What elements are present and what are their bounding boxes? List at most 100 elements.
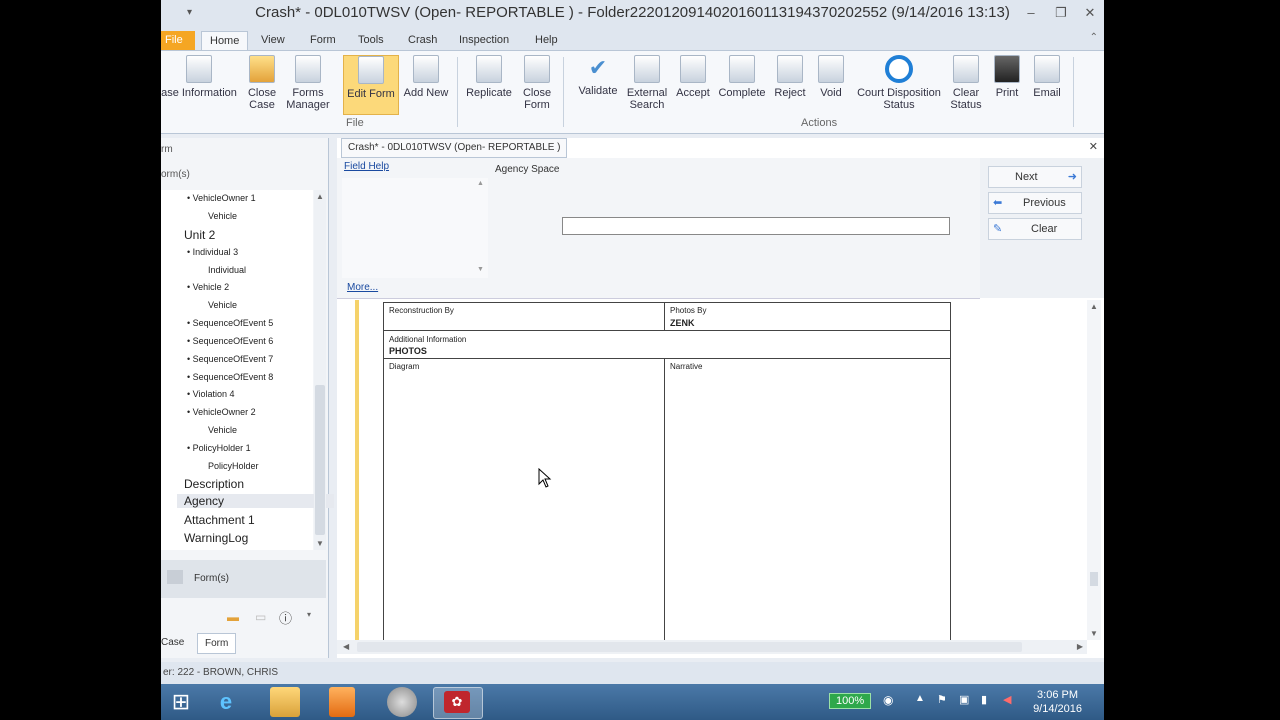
external-search-button[interactable]: External Search: [625, 55, 669, 111]
tree-item[interactable]: • SequenceOfEvent 5: [187, 318, 273, 328]
forms-manager-button[interactable]: Forms Manager: [285, 55, 331, 111]
tree-item[interactable]: • SequenceOfEvent 6: [187, 336, 273, 346]
next-button[interactable]: Next ➜: [988, 166, 1082, 188]
tree-item[interactable]: Vehicle: [208, 211, 237, 221]
info-icon[interactable]: ⓘ: [279, 608, 292, 627]
doc-scroll-thumb[interactable]: [1090, 572, 1098, 586]
tree-item[interactable]: PolicyHolder: [208, 461, 259, 471]
replicate-button[interactable]: Replicate: [463, 55, 515, 99]
help-scroll-up-icon[interactable]: ▲: [477, 180, 484, 187]
narrative-area[interactable]: [667, 374, 947, 640]
scroll-down-icon[interactable]: ▼: [316, 539, 324, 548]
additional-information-value[interactable]: PHOTOS: [389, 346, 427, 356]
scroll-thumb[interactable]: [315, 385, 325, 535]
tree-item[interactable]: Vehicle: [208, 300, 237, 310]
print-button[interactable]: Print: [989, 55, 1025, 99]
more-link[interactable]: More...: [347, 282, 378, 293]
tree-item[interactable]: • Vehicle 2: [187, 282, 229, 292]
agency-space-input[interactable]: [562, 217, 950, 235]
tree-item[interactable]: Vehicle: [208, 425, 237, 435]
edit-form-button[interactable]: Edit Form: [343, 55, 399, 115]
close-case-button[interactable]: Close Case: [241, 55, 283, 111]
paw-app-icon: ✿: [444, 691, 470, 713]
folder-icon: [249, 55, 275, 83]
previous-button[interactable]: ⬅ Previous: [988, 192, 1082, 214]
tree-item[interactable]: • PolicyHolder 1: [187, 443, 251, 453]
tree-item[interactable]: • Individual 3: [187, 247, 238, 257]
h-scroll-thumb[interactable]: [357, 642, 1022, 652]
doc-scroll-down-icon[interactable]: ▼: [1090, 629, 1098, 638]
show-hidden-icons[interactable]: ▲: [915, 693, 925, 704]
case-information-button[interactable]: ase Information: [161, 55, 237, 99]
minimize-icon[interactable]: ‒: [1019, 5, 1043, 20]
tab-form-bottom[interactable]: Form: [197, 633, 237, 654]
doc-scroll-up-icon[interactable]: ▲: [1090, 302, 1098, 311]
tree-item[interactable]: • Violation 4: [187, 389, 235, 399]
reject-button[interactable]: Reject: [771, 55, 809, 99]
diagram-area[interactable]: [386, 374, 662, 640]
clear-button[interactable]: ✎ Clear: [988, 218, 1082, 240]
scroll-up-icon[interactable]: ▲: [316, 192, 324, 201]
doc-vertical-scrollbar[interactable]: ▲ ▼: [1087, 300, 1101, 640]
active-app-taskbar-button[interactable]: ✿: [433, 687, 483, 719]
tab-case[interactable]: Case: [161, 637, 184, 648]
power-icon[interactable]: ▣: [959, 693, 969, 706]
add-new-button[interactable]: Add New: [401, 55, 451, 99]
system-clock[interactable]: 3:06 PM 9/14/2016: [1033, 688, 1082, 716]
flag-icon[interactable]: ⚑: [937, 693, 947, 706]
file-explorer-icon[interactable]: [270, 687, 300, 717]
help-scroll-down-icon[interactable]: ▼: [477, 266, 484, 273]
tool-app-icon[interactable]: [387, 687, 417, 717]
field-help-link[interactable]: Field Help: [344, 161, 389, 172]
tree-item[interactable]: • VehicleOwner 2: [187, 407, 256, 417]
accept-button[interactable]: Accept: [673, 55, 713, 99]
tab-file[interactable]: File: [161, 31, 195, 50]
forms-panel-button[interactable]: Form(s): [161, 560, 326, 598]
folder-small-icon[interactable]: ▬: [227, 610, 239, 624]
clear-status-button[interactable]: Clear Status: [947, 55, 985, 111]
media-player-icon[interactable]: [329, 687, 355, 717]
tree-item[interactable]: • VehicleOwner 1: [187, 193, 256, 203]
tree-item[interactable]: Unit 2: [184, 228, 215, 242]
close-form-button[interactable]: Close Form: [517, 55, 557, 111]
scroll-left-icon[interactable]: ◀: [343, 642, 349, 651]
complete-button[interactable]: Complete: [717, 55, 767, 99]
restore-icon[interactable]: ❐: [1049, 5, 1073, 21]
court-disposition-status-button[interactable]: Court Disposition Status: [853, 55, 945, 111]
tree-item[interactable]: • SequenceOfEvent 7: [187, 354, 273, 364]
email-button[interactable]: Email: [1027, 55, 1067, 99]
start-button-icon[interactable]: ⊞: [161, 687, 201, 717]
tree-item[interactable]: Individual: [208, 265, 246, 275]
tab-home[interactable]: Home: [201, 31, 249, 51]
tree-item-selected[interactable]: Agency: [177, 494, 334, 508]
tab-form[interactable]: Form: [302, 31, 344, 50]
tray-app-icon[interactable]: ◉: [883, 693, 893, 707]
void-button[interactable]: Void: [813, 55, 849, 99]
dropdown-icon[interactable]: ▾: [307, 610, 311, 619]
document-close-icon[interactable]: ✕: [1089, 140, 1098, 153]
diagram-label: Diagram: [389, 362, 420, 371]
photos-by-value[interactable]: ZENK: [670, 318, 695, 328]
case-info-icon: [186, 55, 212, 83]
tree-item[interactable]: Attachment 1: [184, 513, 255, 527]
tree-scrollbar[interactable]: ▲ ▼: [314, 190, 326, 550]
tab-crash[interactable]: Crash: [400, 31, 445, 50]
battery-indicator[interactable]: 100%: [829, 693, 872, 709]
validate-button[interactable]: ✔ Validate: [575, 55, 621, 97]
ribbon-collapse-icon[interactable]: ⌃: [1090, 32, 1098, 43]
tree-item[interactable]: WarningLog: [184, 531, 248, 545]
tab-tools[interactable]: Tools: [350, 31, 392, 50]
internet-explorer-icon[interactable]: e: [206, 687, 246, 717]
tab-help[interactable]: Help: [527, 31, 566, 50]
tree-item[interactable]: • SequenceOfEvent 8: [187, 372, 273, 382]
tab-inspection[interactable]: Inspection: [451, 31, 517, 50]
document-tab[interactable]: Crash* - 0DL010TWSV (Open- REPORTABLE ): [341, 138, 568, 158]
tree-item[interactable]: Description: [184, 477, 244, 491]
close-icon[interactable]: ✕: [1078, 5, 1102, 21]
form-small-icon[interactable]: ▭: [255, 610, 266, 624]
network-icon[interactable]: ▮: [981, 693, 987, 706]
volume-muted-icon[interactable]: ◀: [1003, 693, 1011, 706]
doc-horizontal-scrollbar[interactable]: ◀ ▶: [337, 640, 1087, 654]
scroll-right-icon[interactable]: ▶: [1077, 642, 1083, 651]
tab-view[interactable]: View: [253, 31, 293, 50]
